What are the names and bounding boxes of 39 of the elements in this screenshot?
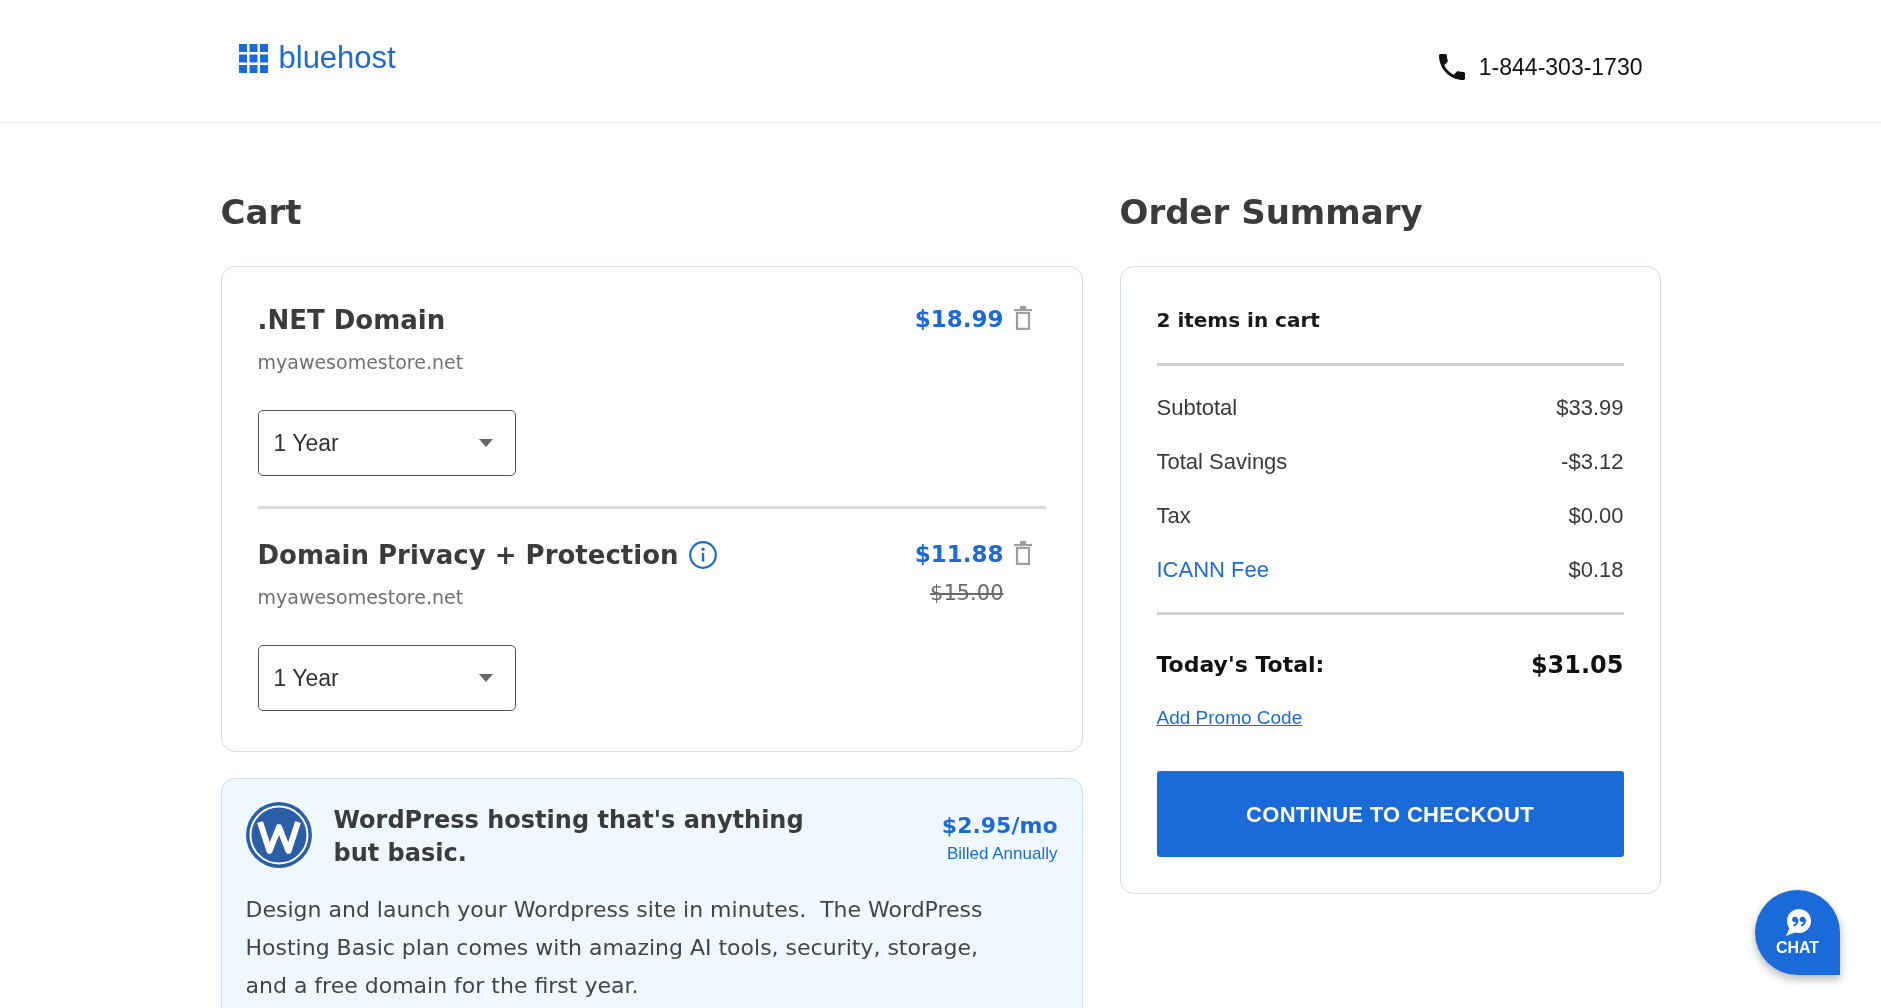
- cart-heading: Cart: [220, 192, 303, 232]
- trash-icon[interactable]: [1013, 306, 1032, 330]
- item-price: $11.88: [914, 540, 1004, 569]
- summary-value: $33.99: [1556, 394, 1624, 422]
- domain-name: myawesomestore.net: [257, 585, 464, 610]
- summary-value: $0.00: [1568, 502, 1624, 530]
- original-price: $15.00: [930, 580, 1004, 607]
- term-dropdown[interactable]: 1 Year: [257, 645, 516, 711]
- total-label: Today's Total:: [1156, 651, 1325, 679]
- billing-note: Billed Annually: [946, 843, 1058, 865]
- order-summary-heading: Order Summary: [1119, 192, 1424, 232]
- logo-text: bluehost: [278, 40, 396, 76]
- item-count: 2 items in cart: [1156, 307, 1321, 334]
- summary-label: Subtotal: [1156, 394, 1238, 422]
- summary-label: Total Savings: [1156, 448, 1288, 476]
- item-title: Domain Privacy + Protection: [257, 539, 679, 572]
- fee-link[interactable]: ICANN Fee: [1156, 555, 1269, 585]
- promo-code-link[interactable]: Add Promo Code: [1156, 705, 1303, 731]
- phone-icon: [1438, 54, 1465, 80]
- offer-description: Design and launch your Wordpress site in minutes. The WordPress Hosting Basic plan comes with amazing AI tools, security, storage, and a free domain for the first year.: [245, 896, 984, 1000]
- info-icon[interactable]: [688, 541, 717, 569]
- item-price: $18.99: [914, 305, 1004, 334]
- total-value: $31.05: [1530, 650, 1624, 681]
- caret-icon: [478, 674, 493, 682]
- summary-value: $0.18: [1568, 556, 1624, 584]
- circle-logo-icon: [245, 802, 312, 868]
- checkout-button[interactable]: CONTINUE TO CHECKOUT: [1156, 771, 1624, 857]
- offer-title: WordPress hosting that's anything but basic.: [333, 805, 805, 869]
- phone-link[interactable]: 1-844-303-1730: [1478, 52, 1643, 82]
- summary-label: Tax: [1156, 502, 1191, 530]
- trash-icon[interactable]: [1013, 541, 1032, 565]
- caret-icon: [478, 439, 493, 447]
- term-dropdown[interactable]: 1 Year: [257, 410, 516, 476]
- item-title: .NET Domain: [257, 304, 446, 337]
- offer-price: $2.95/mo: [941, 812, 1058, 840]
- summary-value: -$3.12: [1561, 448, 1624, 476]
- domain-name: myawesomestore.net: [257, 350, 464, 375]
- grid-logo-icon: [238, 43, 268, 73]
- chat-button[interactable]: CHAT: [1755, 890, 1840, 975]
